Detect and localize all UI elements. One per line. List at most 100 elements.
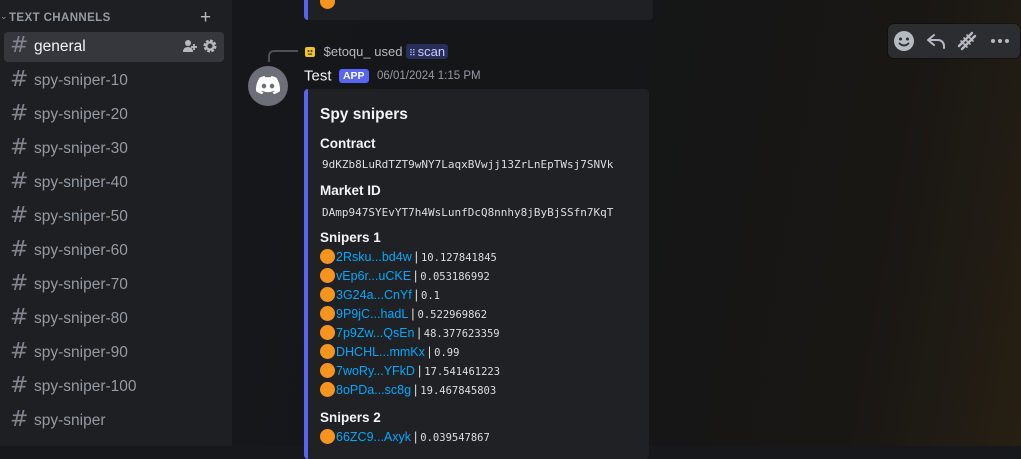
hashtag-icon: # [10, 407, 29, 432]
user-avatar-icon [305, 47, 315, 57]
sidebar-item-spy-sniper-70[interactable]: # spy-sniper-70 [4, 270, 224, 300]
sidebar-item-spy-sniper[interactable]: # spy-sniper [4, 406, 224, 436]
sidebar-item-label: spy-sniper [34, 412, 106, 429]
contract-value: 9dKZb8LuRdTZT9wNY7LaqxBVwjj13ZrLnEpTWsj7… [322, 158, 614, 171]
gear-icon[interactable] [202, 38, 218, 54]
sidebar-item-spy-sniper-60[interactable]: # spy-sniper-60 [4, 236, 224, 266]
author-name[interactable]: Test [304, 67, 332, 84]
coin-icon [320, 249, 335, 264]
hashtag-icon: # [10, 203, 29, 228]
sidebar-item-label: spy-sniper-70 [34, 276, 128, 293]
sidebar-item-label: spy-sniper-100 [34, 378, 137, 395]
sidebar-item-label: spy-sniper-40 [34, 174, 128, 191]
category-text-channels[interactable]: ⌄ TEXT CHANNELS + [0, 7, 232, 29]
chat-area: $etoqu_ used ⠿ scan Test APP 06/01/2024 1… [232, 0, 1021, 459]
hashtag-icon: # [10, 169, 29, 194]
sniper-row: DHCHL...mmKx | 0.99 [320, 344, 459, 362]
coin-icon [320, 287, 335, 302]
contract-label: Contract [320, 136, 376, 151]
sidebar-item-label: general [34, 38, 86, 55]
sidebar-item-spy-sniper-40[interactable]: # spy-sniper-40 [4, 168, 224, 198]
avatar[interactable] [248, 66, 288, 106]
hashtag-icon: # [10, 339, 29, 364]
hashtag-icon: # [10, 67, 29, 92]
sidebar-item-general[interactable]: # general [4, 32, 224, 62]
sniper-row: 7p9Zw...QsEn | 48.377623359 [320, 325, 500, 343]
sidebar-item-spy-sniper-10[interactable]: # spy-sniper-10 [4, 66, 224, 96]
command-name: scan [417, 44, 446, 59]
previous-embed [304, 0, 653, 20]
sol-amount: 0.053186992 [420, 271, 490, 283]
command-mention[interactable]: ⠿ scan [406, 44, 449, 59]
separator: | [414, 269, 418, 283]
wallet-link[interactable]: vEp6r...uCKE [336, 269, 411, 283]
wallet-link[interactable]: 3G24a...CnYf [336, 288, 412, 302]
separator: | [414, 430, 418, 444]
sniper-row: 3G24a...CnYf | 0.1 [320, 287, 440, 305]
sniper-row: 9P9jC...hadL | 0.522969862 [320, 306, 487, 324]
separator: | [414, 250, 418, 264]
wallet-link[interactable]: 2Rsku...bd4w [336, 250, 412, 264]
sol-amount: 48.377623359 [423, 328, 500, 340]
coin-icon [320, 0, 335, 9]
sidebar-item-spy-sniper-50[interactable]: # spy-sniper-50 [4, 202, 224, 232]
sniper-row: vEp6r...uCKE | 0.053186992 [320, 268, 490, 286]
app-badge: APP [338, 68, 369, 83]
sniper-row: 2Rsku...bd4w | 10.127841845 [320, 249, 497, 267]
coin-icon [320, 363, 335, 378]
snipers-1-label: Snipers 1 [320, 230, 381, 245]
sidebar-item-spy-sniper-90[interactable]: # spy-sniper-90 [4, 338, 224, 368]
sidebar-item-label: spy-sniper-30 [34, 140, 128, 157]
coin-icon [320, 382, 335, 397]
command-icon: ⠿ [409, 48, 416, 58]
separator: | [417, 326, 421, 340]
separator: | [427, 345, 432, 359]
wallet-link[interactable]: 8oPDa...sc8g [336, 383, 411, 397]
wallet-link[interactable]: 9P9jC...hadL [336, 307, 408, 321]
coin-icon [320, 429, 335, 444]
chevron-down-icon[interactable]: ⌄ [0, 11, 8, 22]
more-icon[interactable] [988, 29, 1012, 53]
sidebar-item-label: spy-sniper-20 [34, 106, 128, 123]
sol-amount: 17.541461223 [424, 366, 501, 378]
reply-user[interactable]: $etoqu_ [324, 44, 371, 59]
coin-icon [320, 268, 335, 283]
app-command-icon[interactable] [955, 29, 979, 53]
sidebar-item-spy-sniper-100[interactable]: # spy-sniper-100 [4, 372, 224, 402]
message-actions-toolbar [888, 24, 1020, 58]
create-channel-icon[interactable]: + [200, 7, 211, 29]
add-reaction-icon[interactable] [892, 29, 916, 53]
coin-icon [320, 325, 335, 340]
hashtag-icon: # [10, 135, 29, 160]
hashtag-icon: # [10, 101, 29, 126]
sniper-row: 66ZC9...Axyk | 0.039547867 [320, 429, 490, 447]
market-id-value: DAmp947SYEvYT7h4WsLunfDcQ8nnhy8jByBjSSfn… [322, 206, 614, 219]
separator: | [417, 364, 422, 378]
wallet-link[interactable]: 66ZC9...Axyk [336, 430, 411, 444]
sidebar-item-label: spy-sniper-50 [34, 208, 128, 225]
sidebar-item-spy-sniper-80[interactable]: # spy-sniper-80 [4, 304, 224, 334]
interaction-reply[interactable]: $etoqu_ used ⠿ scan [304, 44, 449, 59]
hashtag-icon: # [10, 305, 29, 330]
sidebar-item-spy-sniper-30[interactable]: # spy-sniper-30 [4, 134, 224, 164]
category-label[interactable]: TEXT CHANNELS [9, 12, 111, 24]
message-header: Test APP 06/01/2024 1:15 PM [304, 67, 481, 85]
wallet-link[interactable]: 7p9Zw...QsEn [336, 326, 415, 340]
add-member-icon[interactable] [182, 38, 198, 54]
wallet-link[interactable]: DHCHL...mmKx [336, 345, 425, 359]
sol-amount: 0.99 [434, 347, 460, 359]
snipers-2-label: Snipers 2 [320, 410, 381, 425]
sidebar-item-spy-sniper-20[interactable]: # spy-sniper-20 [4, 100, 224, 130]
sidebar-item-label: spy-sniper-80 [34, 310, 128, 327]
coin-icon [320, 306, 335, 321]
reply-icon[interactable] [924, 29, 948, 53]
sidebar-item-label: spy-sniper-10 [34, 72, 128, 89]
separator: | [411, 307, 415, 321]
hashtag-icon: # [10, 237, 29, 262]
embed-title: Spy snipers [320, 106, 408, 123]
wallet-link[interactable]: 7woRy...YFkD [336, 364, 415, 378]
channel-sidebar: ⌄ TEXT CHANNELS + # general # spy-sniper-10… [0, 0, 232, 446]
sniper-row: 7woRy...YFkD | 17.541461223 [320, 363, 500, 381]
message-timestamp[interactable]: 06/01/2024 1:15 PM [377, 70, 481, 82]
coin-icon [320, 344, 335, 359]
